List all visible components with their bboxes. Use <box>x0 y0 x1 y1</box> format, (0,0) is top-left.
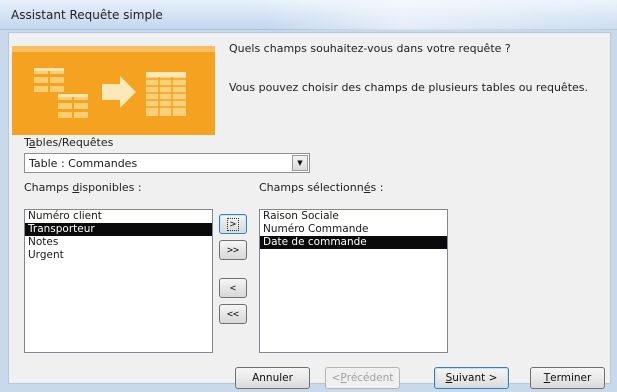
list-item[interactable]: Urgent <box>25 249 212 262</box>
add-field-button[interactable]: > <box>219 214 247 234</box>
available-fields-label: Champs disponibles : <box>24 181 142 194</box>
selected-fields-label: Champs sélectionnés : <box>259 181 384 194</box>
wizard-client-area: Quels champs souhaitez-vous dans votre r… <box>8 32 611 384</box>
list-item[interactable]: Notes <box>25 236 212 249</box>
remove-all-fields-button[interactable]: << <box>219 304 247 324</box>
add-all-fields-button[interactable]: >> <box>219 240 247 260</box>
title-bar-gloss <box>260 0 617 30</box>
tables-queries-value: Table : Commandes <box>29 157 138 170</box>
list-item[interactable]: Numéro Commande <box>260 223 447 236</box>
wizard-question: Quels champs souhaitez-vous dans votre r… <box>229 42 511 55</box>
cancel-button[interactable]: Annuler <box>235 367 310 389</box>
wizard-banner-illustration <box>12 46 215 135</box>
selected-fields-list[interactable]: Raison Sociale Numéro Commande Date de com… <box>259 209 448 353</box>
finish-button[interactable]: Terminer <box>530 367 605 389</box>
remove-field-button[interactable]: < <box>219 278 247 298</box>
list-item[interactable]: Transporteur <box>25 223 212 236</box>
tables-queries-select[interactable]: Table : Commandes ▼ <box>24 153 310 173</box>
available-fields-list[interactable]: Numéro client Transporteur Notes Urgent <box>24 209 213 353</box>
title-bar: Assistant Requête simple <box>0 0 617 30</box>
chevron-down-icon[interactable]: ▼ <box>292 155 308 171</box>
window-title: Assistant Requête simple <box>11 8 163 22</box>
tables-to-query-icon <box>12 46 215 135</box>
wizard-hint: Vous pouvez choisir des champs de plusie… <box>229 81 589 94</box>
next-button[interactable]: Suivant > <box>434 367 509 389</box>
list-item[interactable]: Raison Sociale <box>260 210 447 223</box>
tables-queries-label: Tables/Requêtes <box>24 136 114 149</box>
list-item[interactable]: Date de commande <box>260 236 447 249</box>
previous-button[interactable]: < Précédent <box>325 367 400 389</box>
list-item[interactable]: Numéro client <box>25 210 212 223</box>
